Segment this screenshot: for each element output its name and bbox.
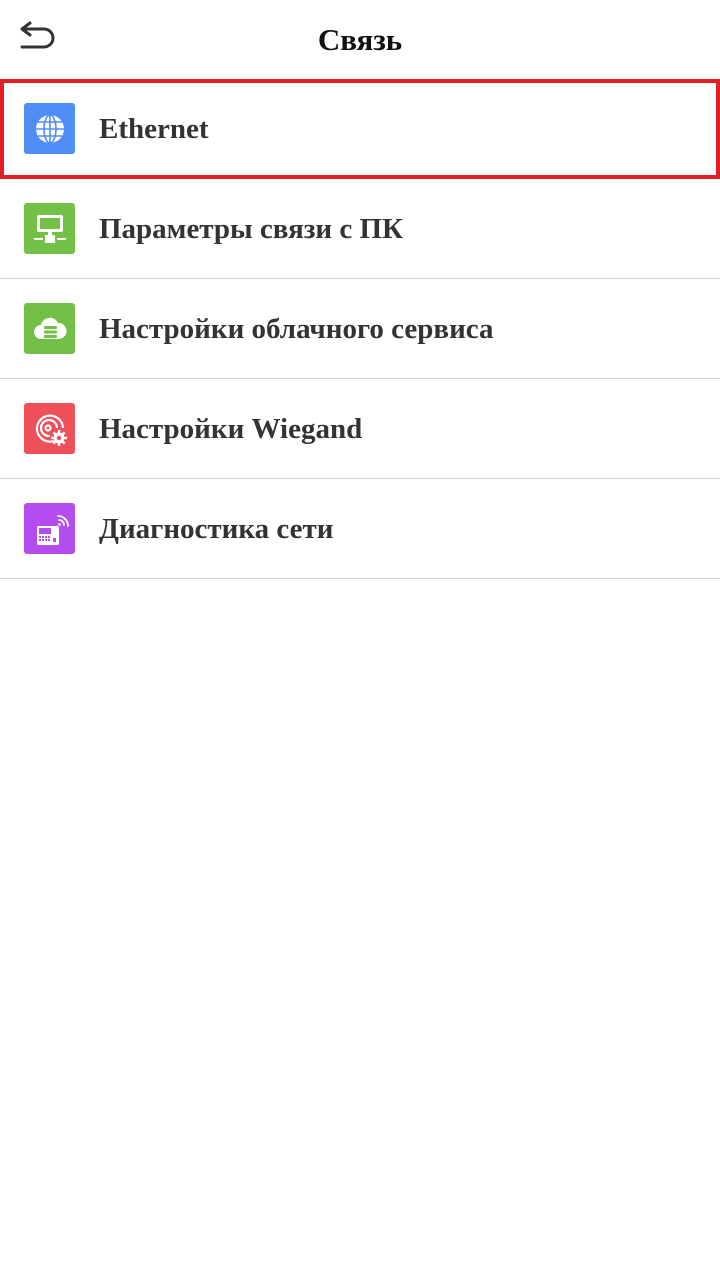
page-title: Связь <box>317 22 403 57</box>
menu-item-label: Ethernet <box>99 113 209 145</box>
settings-list: Ethernet Параметры связи с ПК Настройки <box>0 79 720 579</box>
menu-item-label: Диагностика сети <box>99 513 334 545</box>
menu-item-pc-connection[interactable]: Параметры связи с ПК <box>0 179 720 279</box>
wiegand-gear-icon <box>24 403 75 454</box>
cloud-server-icon <box>24 303 75 354</box>
globe-icon <box>24 103 75 154</box>
menu-item-label: Настройки Wiegand <box>99 413 363 445</box>
menu-item-label: Настройки облачного сервиса <box>99 313 494 345</box>
menu-item-ethernet[interactable]: Ethernet <box>0 79 720 179</box>
menu-item-network-diagnostics[interactable]: Диагностика сети <box>0 479 720 579</box>
pc-connection-icon <box>24 203 75 254</box>
top-bar: Связь <box>0 0 720 80</box>
menu-item-wiegand[interactable]: Настройки Wiegand <box>0 379 720 479</box>
network-diagnostics-icon <box>24 503 75 554</box>
menu-item-label: Параметры связи с ПК <box>99 213 404 245</box>
menu-item-cloud-service[interactable]: Настройки облачного сервиса <box>0 279 720 379</box>
